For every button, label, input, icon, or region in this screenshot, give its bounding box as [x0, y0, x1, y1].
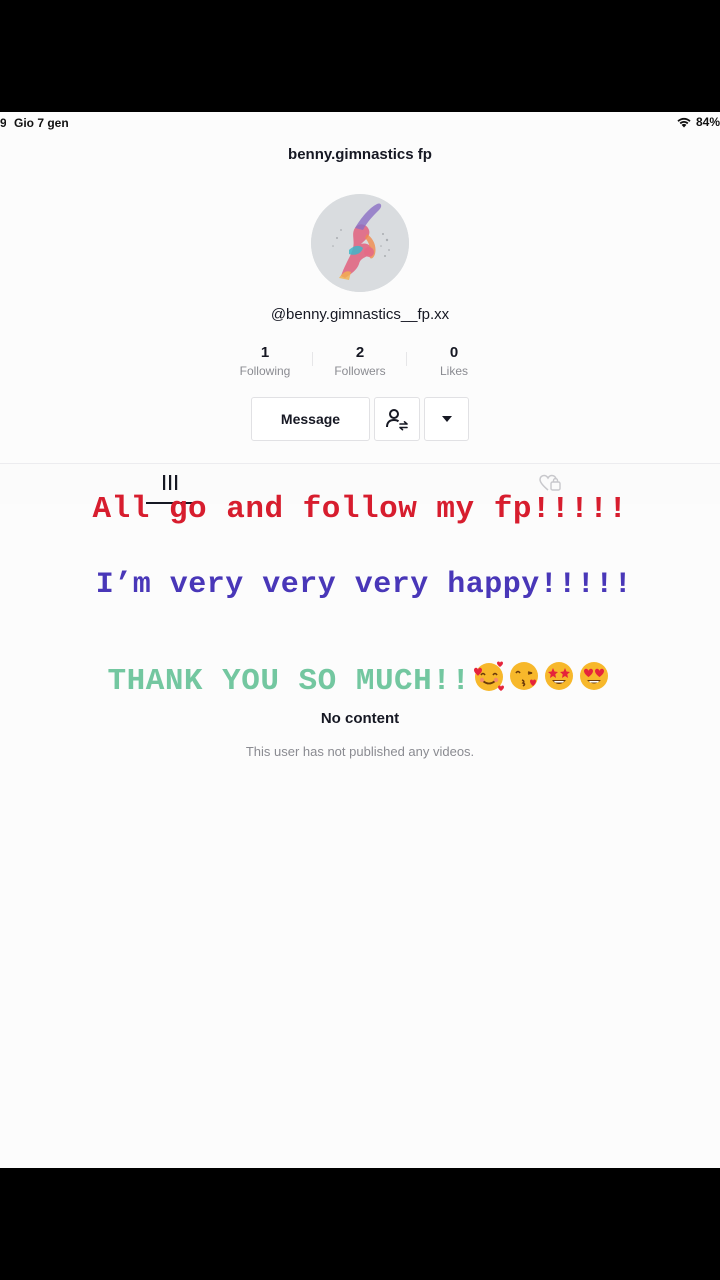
status-time: 9	[0, 116, 6, 130]
more-icon[interactable]	[716, 154, 720, 157]
liked-icon[interactable]	[538, 474, 562, 492]
following-label: Following	[239, 364, 291, 378]
dropdown-icon	[441, 415, 452, 422]
caption-thanks-text: THANK YOU SO MUCH!!	[107, 664, 471, 699]
grid-icon[interactable]	[160, 474, 180, 492]
status-date: Gio 7 gen	[14, 116, 69, 130]
status-right: 84%	[676, 115, 720, 129]
wifi-icon	[676, 116, 692, 128]
caption-happy: I’m very very very happy!!!!!	[95, 568, 633, 602]
avatar[interactable]	[311, 194, 409, 292]
likes-label: Likes	[439, 364, 468, 378]
screen-recording: 9 Gio 7 gen 84% benny.gimnastics fp @ben…	[0, 112, 720, 1168]
emoji-icons	[472, 659, 612, 703]
caption-follow: All go and follow my fp!!!!!	[92, 492, 628, 527]
stat-divider	[312, 352, 313, 366]
page-title: benny.gimnastics fp	[288, 146, 432, 163]
face-blowing-kiss-icon	[510, 662, 539, 690]
followers-label: Followers	[334, 364, 386, 378]
status-bar: 9 Gio 7 gen 84%	[0, 112, 720, 134]
star-struck-icon	[545, 662, 574, 690]
dropdown-button[interactable]	[424, 397, 469, 441]
stat-following[interactable]: 1 Following	[225, 344, 305, 378]
smiling-face-with-hearts-icon	[474, 661, 505, 691]
stat-followers[interactable]: 2 Followers	[320, 344, 400, 378]
followers-count: 2	[355, 344, 365, 361]
empty-state-title: No content	[320, 710, 400, 727]
message-button[interactable]: Message	[251, 397, 370, 441]
username: @benny.gimnastics__fp.xx	[270, 306, 450, 323]
add-friend-button[interactable]	[374, 397, 420, 441]
add-friend-icon	[386, 409, 408, 431]
status-left: 9 Gio 7 gen	[0, 116, 69, 130]
battery-percent: 84%	[695, 115, 720, 129]
gymnast-silhouette-image	[311, 194, 409, 292]
caption-thanks: THANK YOU SO MUCH!!	[0, 659, 720, 703]
stat-divider	[406, 352, 407, 366]
following-count: 1	[260, 344, 270, 361]
stat-likes[interactable]: 0 Likes	[414, 344, 494, 378]
video-frame: 9 Gio 7 gen 84% benny.gimnastics fp @ben…	[0, 0, 720, 1280]
empty-state-subtitle: This user has not published any videos.	[245, 744, 475, 759]
heart-eyes-icon	[580, 662, 609, 690]
likes-count: 0	[449, 344, 459, 361]
